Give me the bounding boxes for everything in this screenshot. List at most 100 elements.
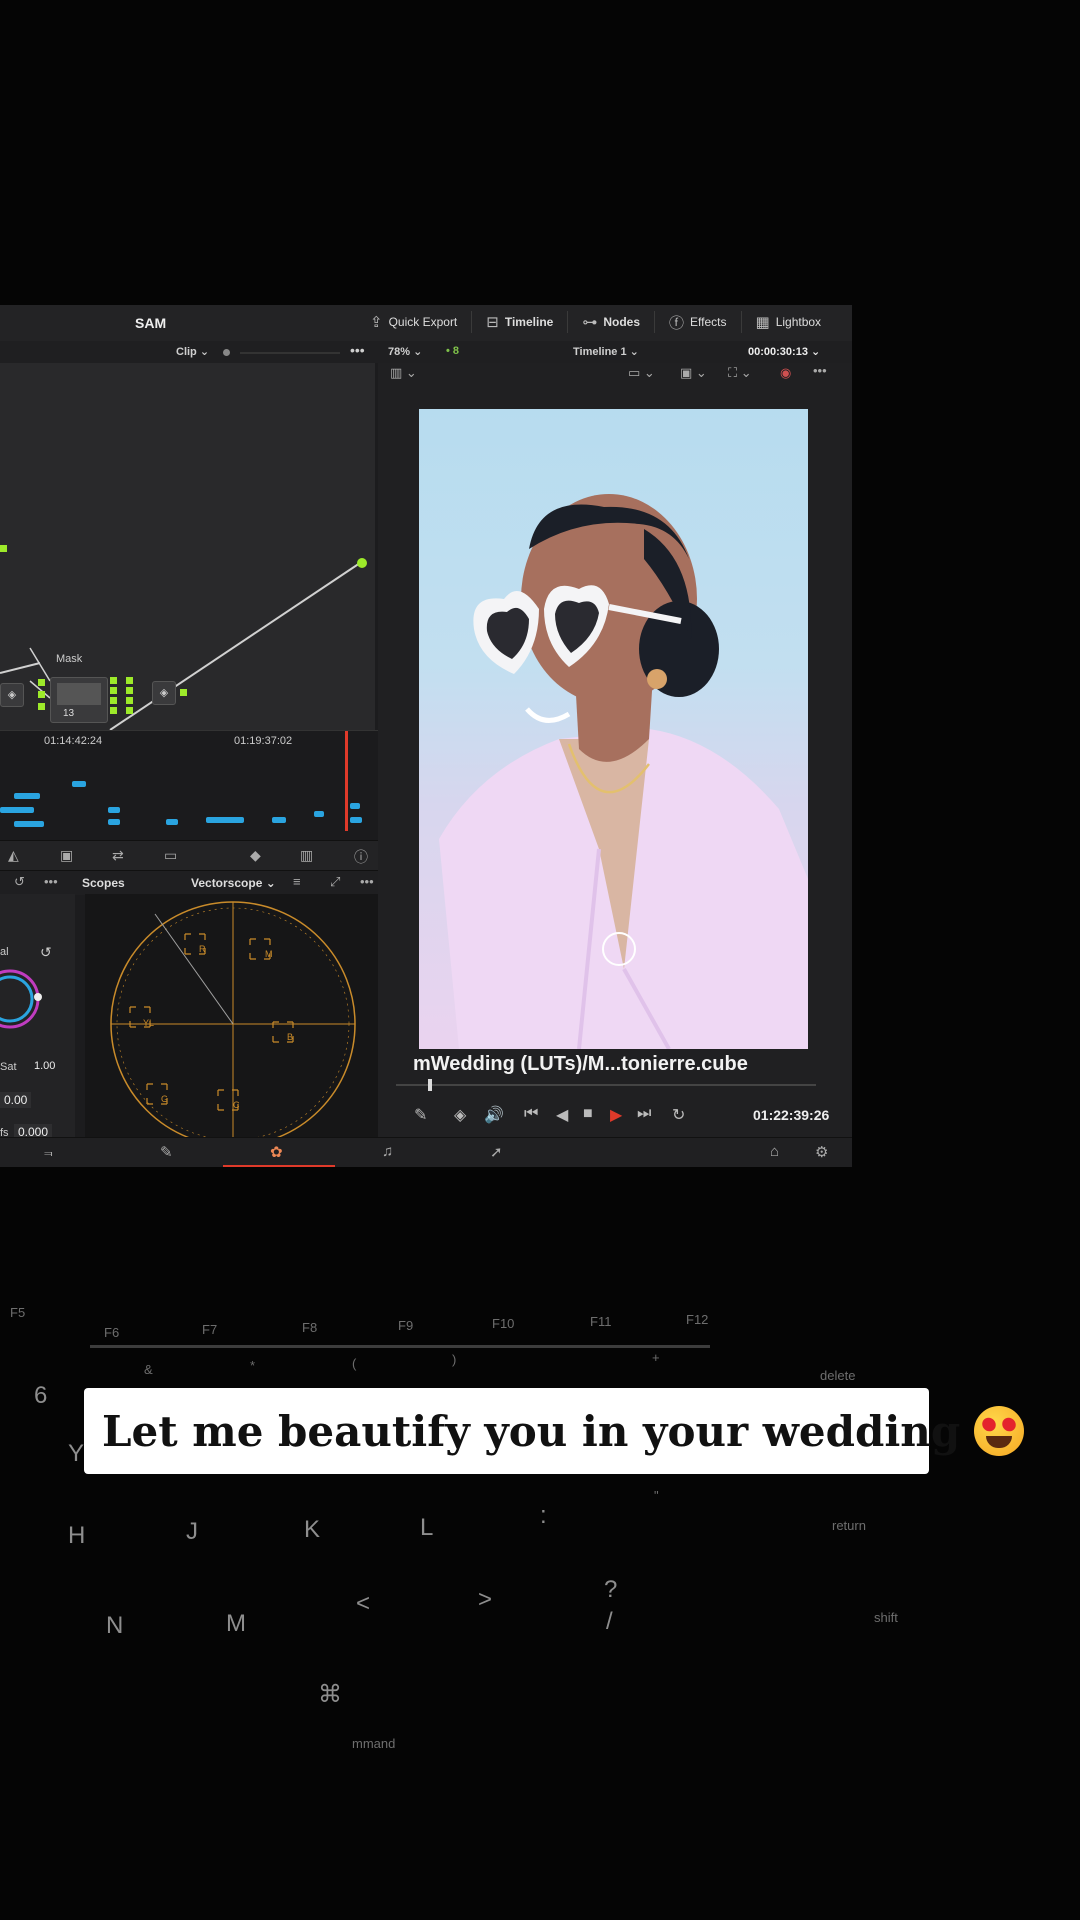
caption-banner: Let me beautify you in your wedding (84, 1388, 1025, 1474)
target-label: B (287, 1032, 294, 1042)
viewer-mode-icon[interactable]: ▭ ⌄ (628, 365, 655, 381)
color-page-icon[interactable]: ✿ (270, 1143, 283, 1161)
vectorscope-graticule (110, 901, 356, 1147)
cut-page-icon[interactable]: ⫬ (44, 1143, 53, 1160)
timeline-clip[interactable] (350, 817, 362, 823)
key-delete: delete (820, 1368, 856, 1383)
shapes-icon[interactable]: ◭ (8, 847, 19, 864)
clip-slider[interactable] (240, 352, 340, 354)
nodes-button[interactable]: ⊶ Nodes (582, 311, 640, 333)
timeline-clip[interactable] (108, 807, 120, 813)
key-command: mmand (352, 1736, 396, 1751)
node-label: Mask (56, 653, 83, 665)
key-symbol: * (250, 1358, 256, 1373)
timeline-clip[interactable] (206, 817, 244, 823)
scopes-header: ↺ ••• Scopes Vectorscope ⌄ ≡ ⤢ ••• (0, 870, 385, 895)
reset-icon[interactable]: ↺ (14, 874, 25, 890)
key-return: return (832, 1518, 866, 1533)
key-slash: / (606, 1608, 613, 1635)
play-reverse-icon[interactable]: ◀ (556, 1105, 568, 1125)
more-options-icon[interactable]: ••• (350, 342, 365, 358)
node-editor[interactable]: ◈ ◈ Mask 13 ◈ ◈ (0, 363, 375, 960)
output-node-dot[interactable] (357, 558, 367, 568)
key-row-edge (90, 1345, 710, 1348)
sliders-icon[interactable]: ≡ (293, 874, 301, 889)
source-timecode: 00:00:30:13 ⌄ (748, 346, 821, 358)
timeline-clip[interactable] (14, 793, 40, 799)
key-icon[interactable]: ◆ (250, 847, 261, 864)
laptop-keyboard: F5 F6 F7 F8 F9 F10 F11 F12 6 & * ( ) + d… (0, 1240, 1080, 1920)
more-options-icon[interactable]: ••• (44, 874, 58, 889)
timeline-clip[interactable] (14, 821, 44, 827)
wheel-value-field[interactable]: 0.00 (0, 1092, 32, 1108)
input-pin (38, 679, 45, 686)
timeline-button[interactable]: ⊟ Timeline (486, 311, 553, 333)
output-pin (110, 687, 117, 694)
settings-gear-icon[interactable]: ⚙ (815, 1143, 828, 1161)
viewer-scrubber[interactable] (396, 1084, 816, 1086)
mask-node[interactable]: 13 (50, 677, 108, 723)
color-wheel[interactable] (0, 959, 75, 1049)
key-l: L (420, 1514, 434, 1541)
more-options-icon[interactable]: ••• (813, 363, 827, 378)
playback-timecode: 01:22:39:26 (753, 1107, 830, 1123)
tracker-icon[interactable]: ⇄ (112, 847, 124, 864)
key-symbol: ) (452, 1352, 457, 1367)
key-quote: " (654, 1488, 659, 1503)
home-icon[interactable]: ⌂ (770, 1143, 779, 1160)
fkey-label: F10 (492, 1316, 515, 1331)
timeline-clip[interactable] (314, 811, 324, 817)
scopes-icon[interactable]: ▥ (300, 847, 313, 864)
fairlight-page-icon[interactable]: ♫ (382, 1143, 393, 1160)
timeline-clip[interactable] (0, 807, 34, 813)
3d-icon[interactable]: ▭ (164, 847, 177, 864)
timeline-clip[interactable] (72, 781, 86, 787)
sub-toolbar: Clip ⌄ ••• 78% ⌄ • 8 Timeline 1 ⌄ 00:00:… (0, 341, 852, 363)
timeline-dropdown[interactable]: Timeline 1 ⌄ (573, 345, 639, 358)
timeline-clip[interactable] (350, 803, 360, 809)
key-j: J (186, 1518, 198, 1545)
timeline-clip[interactable] (166, 819, 178, 825)
color-picker-icon[interactable]: ◉ (780, 365, 791, 381)
deliver-page-icon[interactable]: ➚ (490, 1143, 503, 1161)
sat-value[interactable]: 1.00 (34, 1060, 55, 1072)
transform-icon[interactable]: ⛶ ⌄ (728, 365, 752, 381)
volume-icon[interactable]: 🔊 (484, 1105, 504, 1125)
divider (567, 311, 569, 333)
expand-icon[interactable]: ⤢ (330, 874, 340, 890)
scope-mode-dropdown[interactable]: Vectorscope ⌄ (191, 876, 276, 890)
window-icon[interactable]: ▣ (60, 847, 73, 864)
fusion-page-icon[interactable]: ✎ (160, 1143, 173, 1161)
timeline-clip[interactable] (108, 819, 120, 825)
zoom-dropdown[interactable]: 78% ⌄ (388, 345, 422, 358)
stop-icon[interactable]: ■ (583, 1105, 593, 1123)
layout-icon[interactable]: ▥ ⌄ (390, 365, 417, 381)
overlay-icon[interactable]: ▣ ⌄ (680, 365, 707, 381)
bride-image (439, 494, 808, 1049)
scrubber-handle[interactable] (428, 1079, 432, 1091)
viewer-toolbar: ▥ ⌄ ▭ ⌄ ▣ ⌄ ⛶ ⌄ ◉ ••• (378, 363, 852, 385)
layers-icon[interactable]: ◈ (454, 1105, 466, 1125)
timeline-clip[interactable] (272, 817, 286, 823)
divider (654, 311, 656, 333)
lightbox-button[interactable]: ▦ Lightbox (756, 311, 822, 333)
fkey-label: F5 (10, 1305, 26, 1320)
layer-mixer-node-icon[interactable]: ◈ (152, 681, 176, 705)
fkey-label: F7 (202, 1322, 218, 1337)
pen-tool-icon[interactable]: ✎ (414, 1105, 427, 1125)
playhead[interactable] (345, 731, 348, 831)
mini-timeline[interactable]: 01:14:42:24 01:19:37:02 (0, 730, 385, 841)
effects-button[interactable]: ⓕ Effects (669, 311, 726, 333)
fkey-label: F9 (398, 1318, 414, 1333)
more-options-icon[interactable]: ••• (360, 874, 374, 889)
loop-icon[interactable]: ↻ (672, 1105, 685, 1125)
quick-export-button[interactable]: ⇪ Quick Export (370, 311, 457, 333)
info-icon[interactable]: ⓘ (354, 847, 368, 867)
palette-toolbar: ◭ ▣ ⇄ ▭ ◆ ▥ ⓘ (0, 840, 385, 871)
skip-forward-icon[interactable]: ⏭ (637, 1105, 651, 1123)
output-pin (126, 697, 133, 704)
skip-back-icon[interactable]: ⏮ (524, 1105, 538, 1123)
layer-node-icon[interactable]: ◈ (0, 683, 24, 707)
play-icon[interactable]: ▶ (610, 1105, 622, 1125)
clip-dropdown[interactable]: Clip ⌄ (176, 345, 209, 358)
